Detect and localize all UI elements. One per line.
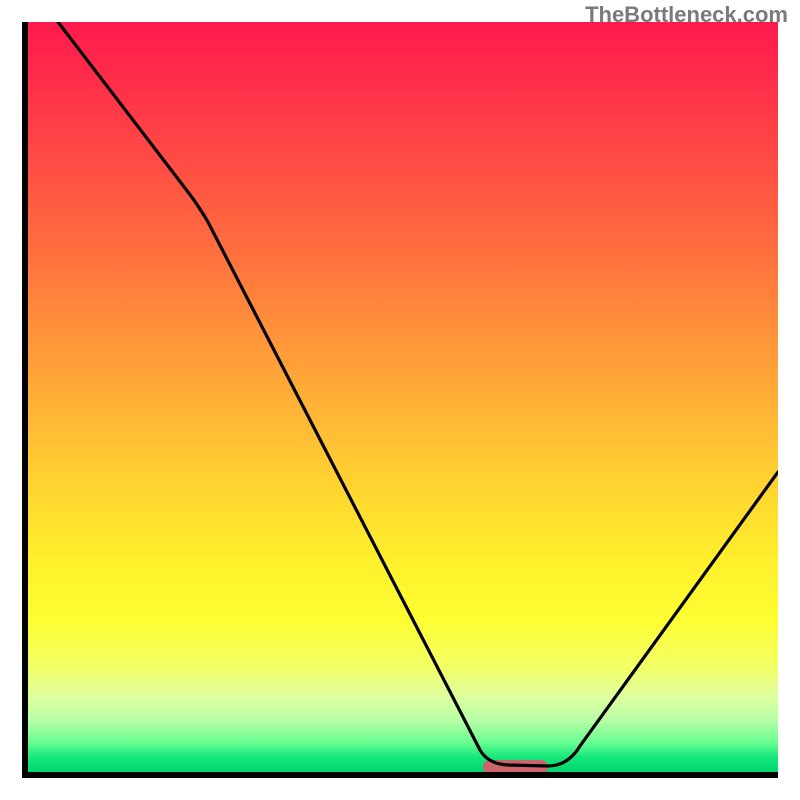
bottleneck-chart: TheBottleneck.com xyxy=(0,0,800,800)
curve-path xyxy=(58,22,778,766)
curve-svg xyxy=(28,22,778,772)
plot-area xyxy=(22,22,778,778)
watermark-text: TheBottleneck.com xyxy=(585,2,788,28)
